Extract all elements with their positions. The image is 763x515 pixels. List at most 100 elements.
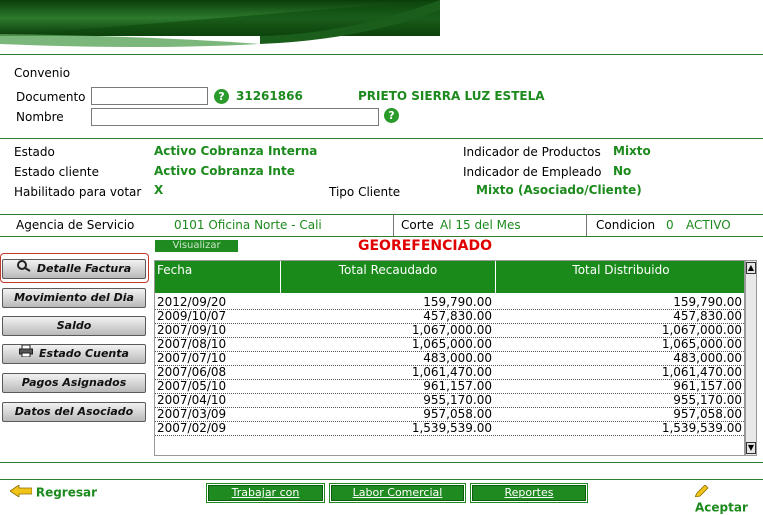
cell-total-distribuido: 1,065,000.00	[661, 337, 742, 351]
cell-fecha: 2007/05/10	[157, 379, 227, 393]
cell-total-recaudado: 1,539,539.00	[411, 421, 492, 435]
scroll-down-icon[interactable]: ▼	[746, 442, 756, 454]
column-header-total-recaudado[interactable]: Total Recaudado	[281, 261, 496, 293]
client-name: PRIETO SIERRA LUZ ESTELA	[358, 89, 545, 103]
table-row[interactable]: 2009/10/07 457,830.00 457,830.00	[155, 309, 744, 324]
ind-productos-label: Indicador de Productos	[463, 145, 601, 159]
documento-help-icon[interactable]: ?	[214, 89, 229, 104]
reportes-adicionales-button[interactable]: Reportes Adicionales	[470, 483, 588, 513]
labor-comercial-label: Labor Comercial	[352, 486, 443, 499]
cell-total-distribuido: 961,157.00	[673, 379, 742, 393]
cell-fecha: 2007/08/10	[157, 337, 227, 351]
table-bottom-divider	[0, 462, 763, 463]
table-header: Fecha Total Recaudado Total Distribuido	[155, 261, 744, 293]
cell-total-distribuido: 955,170.00	[673, 393, 742, 407]
reportes-adicionales-label: Reportes Adicionales	[497, 486, 561, 513]
arrow-left-icon	[9, 484, 33, 500]
nombre-help-icon[interactable]: ?	[384, 108, 399, 123]
aceptar-label: Aceptar	[695, 500, 748, 515]
habilitado-label: Habilitado para votar	[14, 185, 142, 199]
trabajar-con-listados-label: Trabajar con Listados	[231, 486, 300, 513]
banner-graphic	[0, 0, 440, 47]
infobar-separator	[393, 214, 394, 236]
documento-label: Documento	[16, 90, 86, 104]
tipo-cliente-value: Mixto (Asociado/Cliente)	[476, 183, 642, 197]
trabajar-con-listados-button[interactable]: Trabajar con Listados	[206, 483, 325, 513]
scroll-up-icon[interactable]: ▲	[746, 262, 756, 274]
regresar-button[interactable]: Regresar	[9, 484, 98, 500]
corte-value: Al 15 del Mes	[440, 218, 521, 232]
nombre-label: Nombre	[16, 110, 64, 124]
form-divider	[0, 138, 763, 139]
visualizar-button[interactable]: Visualizar	[155, 240, 238, 252]
sidebar-item-estado-cuenta[interactable]: Estado Cuenta	[2, 344, 146, 364]
table-row[interactable]: 2007/04/10 955,170.00 955,170.00	[155, 393, 744, 408]
agencia-label: Agencia de Servicio	[16, 218, 135, 232]
sidebar-item-label: Movimiento del Dia	[14, 291, 134, 304]
agencia-value: 0101 Oficina Norte - Cali	[174, 218, 322, 232]
estado-cliente-label: Estado cliente	[14, 165, 100, 179]
cell-fecha: 2007/03/09	[157, 407, 227, 421]
cell-fecha: 2009/10/07	[157, 309, 227, 323]
documento-input[interactable]	[91, 87, 208, 105]
ind-empleado-label: Indicador de Empleado	[463, 165, 602, 179]
cell-fecha: 2007/02/09	[157, 421, 227, 435]
condicion-value: ACTIVO	[686, 218, 731, 232]
sidebar-item-label: Estado Cuenta	[39, 347, 129, 360]
estado-label: Estado	[14, 145, 55, 159]
cell-total-recaudado: 955,170.00	[423, 393, 492, 407]
header-divider	[0, 54, 763, 55]
cell-fecha: 2007/09/10	[157, 323, 227, 337]
cell-total-distribuido: 457,830.00	[673, 309, 742, 323]
sidebar-item-label: Pagos Asignados	[21, 376, 127, 389]
aceptar-button[interactable]: Aceptar	[694, 484, 763, 515]
sidebar-item-label: Detalle Factura	[36, 262, 132, 275]
cell-total-distribuido: 159,790.00	[673, 295, 742, 309]
column-header-fecha[interactable]: Fecha	[155, 261, 281, 293]
table-row[interactable]: 2007/09/10 1,067,000.00 1,067,000.00	[155, 323, 744, 338]
table-scrollbar[interactable]: ▲ ▼	[745, 260, 757, 456]
cell-total-recaudado: 957,058.00	[423, 407, 492, 421]
sidebar-item-saldo[interactable]: Saldo	[2, 316, 146, 336]
magnifier-icon	[16, 260, 31, 278]
cell-total-distribuido: 1,539,539.00	[661, 421, 742, 435]
table-row[interactable]: 2007/07/10 483,000.00 483,000.00	[155, 351, 744, 366]
cell-total-distribuido: 957,058.00	[673, 407, 742, 421]
labor-comercial-button[interactable]: Labor Comercial	[329, 483, 466, 503]
cell-total-recaudado: 1,061,470.00	[411, 365, 492, 379]
regresar-label: Regresar	[35, 485, 98, 500]
sidebar-item-detalle-factura[interactable]: Detalle Factura	[2, 259, 146, 279]
condicion-label: Condicion	[596, 218, 656, 232]
sidebar-item-movimiento-del-dia[interactable]: Movimiento del Dia	[2, 288, 146, 308]
table-row[interactable]: 2007/02/09 1,539,539.00 1,539,539.00	[155, 421, 744, 436]
sidebar-item-label: Datos del Asociado	[14, 405, 134, 418]
header-banner	[0, 0, 440, 50]
pencil-icon	[694, 484, 709, 500]
cell-fecha: 2007/04/10	[157, 393, 227, 407]
cell-total-recaudado: 483,000.00	[423, 351, 492, 365]
printer-icon	[19, 344, 34, 363]
cell-fecha: 2012/09/20	[157, 295, 227, 309]
table-row[interactable]: 2007/05/10 961,157.00 961,157.00	[155, 379, 744, 394]
sidebar-item-pagos-asignados[interactable]: Pagos Asignados	[2, 373, 146, 393]
table-row[interactable]: 2007/03/09 957,058.00 957,058.00	[155, 407, 744, 422]
table-row[interactable]: 2007/08/10 1,065,000.00 1,065,000.00	[155, 337, 744, 352]
cell-total-distribuido: 483,000.00	[673, 351, 742, 365]
footer-divider	[0, 479, 763, 480]
cell-fecha: 2007/06/08	[157, 365, 227, 379]
estado-cliente-value: Activo Cobranza Inte	[154, 164, 295, 178]
habilitado-value: X	[154, 183, 164, 197]
sidebar-item-datos-del-asociado[interactable]: Datos del Asociado	[2, 402, 146, 422]
table-row[interactable]: 2007/06/08 1,061,470.00 1,061,470.00	[155, 365, 744, 380]
sidebar-item-label: Saldo	[56, 319, 92, 332]
cell-total-distribuido: 1,061,470.00	[661, 365, 742, 379]
infobar-separator	[586, 214, 587, 236]
column-header-total-distribuido[interactable]: Total Distribuido	[496, 261, 744, 293]
payments-table: Fecha Total Recaudado Total Distribuido …	[154, 260, 745, 456]
document-number: 31261866	[236, 89, 303, 103]
nombre-input[interactable]	[91, 108, 379, 126]
cell-fecha: 2007/07/10	[157, 351, 227, 365]
tipo-cliente-label: Tipo Cliente	[329, 185, 401, 199]
table-row[interactable]: 2012/09/20 159,790.00 159,790.00	[155, 295, 744, 310]
corte-label: Corte	[401, 218, 434, 232]
